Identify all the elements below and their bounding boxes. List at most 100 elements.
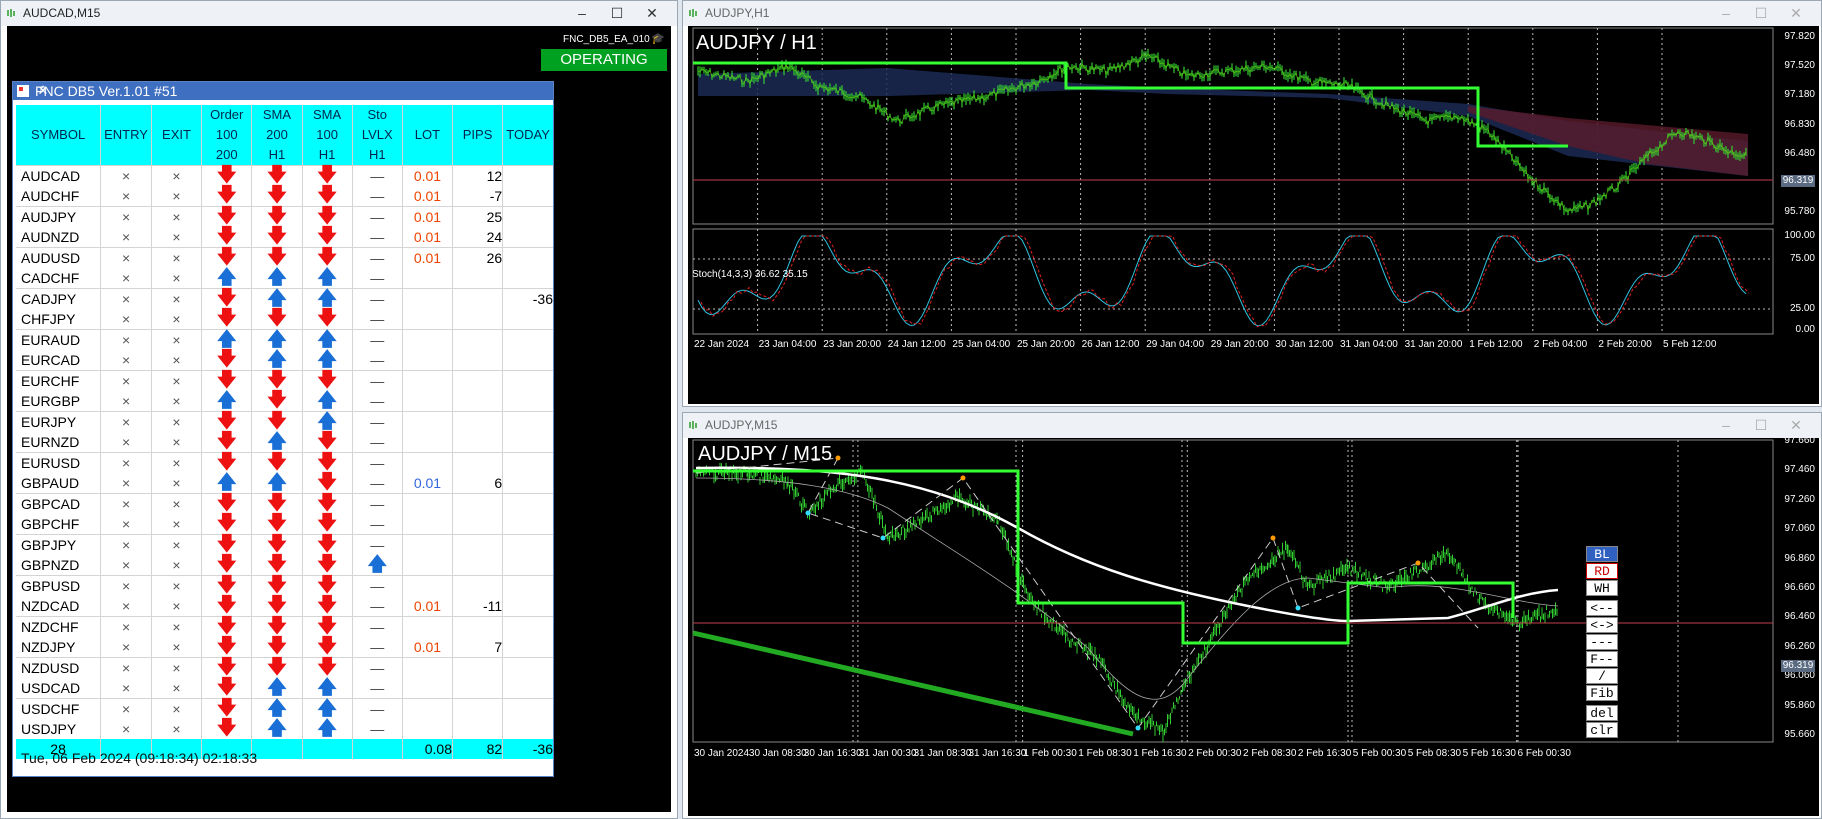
table-row[interactable]: EURJPY × × 🡇 🡇 🡅 — (16, 411, 553, 432)
entry-cell[interactable]: × (100, 350, 152, 371)
exit-cell[interactable]: × (150, 186, 202, 207)
exit-cell[interactable]: × (150, 268, 202, 289)
exit-cell[interactable]: × (150, 493, 202, 514)
table-row[interactable]: AUDCAD × × 🡇 🡇 🡇 —0.01 12 (16, 165, 553, 186)
exit-cell[interactable]: × (150, 534, 202, 555)
entry-cell[interactable]: × (100, 268, 152, 289)
entry-cell[interactable]: × (100, 575, 152, 596)
table-row[interactable]: GBPUSD × × 🡇 🡇 🡇 — (16, 575, 553, 596)
entry-cell[interactable]: × (100, 452, 152, 473)
entry-cell[interactable]: × (100, 309, 152, 330)
exit-cell[interactable]: × (150, 719, 202, 739)
minimize-button[interactable]: – (1711, 415, 1741, 435)
entry-cell[interactable]: × (100, 411, 152, 432)
table-row[interactable]: GBPCHF × × 🡇 🡇 🡇 — (16, 514, 553, 535)
table-row[interactable]: EURAUD × × 🡅 🡅 🡅 — (16, 329, 553, 350)
chart-area[interactable]: AUDJPY / H1 Stoch(14,3,3) 36.62 35.15 22… (688, 26, 1819, 404)
table-row[interactable]: CADCHF × × 🡅 🡅 🡅 — (16, 268, 553, 289)
exit-cell[interactable]: × (150, 698, 202, 719)
table-row[interactable]: NZDCAD × × 🡇 🡇 🡇 —0.01 -11 (16, 596, 553, 617)
entry-cell[interactable]: × (100, 227, 152, 248)
exit-cell[interactable]: × (150, 227, 202, 248)
window-titlebar[interactable]: AUDJPY,M15 – ☐ ✕ (683, 413, 1821, 438)
entry-cell[interactable]: × (100, 534, 152, 555)
exit-cell[interactable]: × (150, 514, 202, 535)
table-row[interactable]: AUDCHF × × 🡇 🡇 🡇 —0.01 -7 (16, 186, 553, 207)
exit-cell[interactable]: × (150, 206, 202, 227)
tool-button[interactable]: RD (1586, 563, 1618, 579)
entry-cell[interactable]: × (100, 370, 152, 391)
entry-cell[interactable]: × (100, 165, 152, 186)
exit-cell[interactable]: × (150, 596, 202, 617)
table-row[interactable]: AUDNZD × × 🡇 🡇 🡇 —0.01 24 (16, 227, 553, 248)
table-row[interactable]: GBPCAD × × 🡇 🡇 🡇 — (16, 493, 553, 514)
entry-cell[interactable]: × (100, 637, 152, 658)
tool-button[interactable]: / (1586, 668, 1618, 684)
close-button[interactable]: ✕ (1781, 3, 1811, 23)
table-row[interactable]: AUDUSD × × 🡇 🡇 🡇 —0.01 26 (16, 247, 553, 268)
table-row[interactable]: USDCHF × × 🡇 🡅 🡅 — (16, 698, 553, 719)
entry-cell[interactable]: × (100, 473, 152, 494)
tool-button[interactable]: F-- (1586, 651, 1618, 667)
entry-cell[interactable]: × (100, 678, 152, 699)
exit-cell[interactable]: × (150, 370, 202, 391)
exit-cell[interactable]: × (150, 247, 202, 268)
tool-button[interactable]: <-- (1586, 600, 1618, 616)
maximize-button[interactable]: ☐ (1746, 415, 1776, 435)
tool-button[interactable]: del (1586, 705, 1618, 721)
exit-cell[interactable]: × (150, 411, 202, 432)
window-titlebar[interactable]: AUDCAD,M15 – ☐ ✕ (1, 1, 677, 26)
minimize-button[interactable]: – (1711, 3, 1741, 23)
exit-cell[interactable]: × (150, 329, 202, 350)
exit-cell[interactable]: × (150, 452, 202, 473)
chart-area[interactable]: AUDJPY / M15 30 Jan 2024 30 Jan 08:30 30 J… (688, 438, 1819, 816)
table-row[interactable]: GBPNZD × × 🡇 🡇 🡇 🡅 (16, 555, 553, 576)
table-row[interactable]: AUDJPY × × 🡇 🡇 🡇 —0.01 25 (16, 206, 553, 227)
exit-cell[interactable]: × (150, 391, 202, 412)
exit-cell[interactable]: × (150, 555, 202, 576)
minimize-button[interactable]: – (567, 3, 597, 23)
window-titlebar[interactable]: AUDJPY,H1 – ☐ ✕ (683, 1, 1821, 26)
entry-cell[interactable]: × (100, 616, 152, 637)
table-row[interactable]: USDJPY × × 🡇 🡅 🡅 — (16, 719, 553, 739)
table-row[interactable]: NZDCHF × × 🡇 🡇 🡇 — (16, 616, 553, 637)
entry-cell[interactable]: × (100, 247, 152, 268)
exit-cell[interactable]: × (150, 350, 202, 371)
table-row[interactable]: NZDUSD × × 🡇 🡇 🡇 — (16, 657, 553, 678)
close-button[interactable]: ✕ (1781, 415, 1811, 435)
tool-button[interactable]: BL (1586, 546, 1618, 562)
entry-cell[interactable]: × (100, 514, 152, 535)
entry-cell[interactable]: × (100, 186, 152, 207)
table-row[interactable]: EURCAD × × 🡇 🡅 🡅 — (16, 350, 553, 371)
exit-cell[interactable]: × (150, 657, 202, 678)
table-row[interactable]: CADJPY × × 🡇 🡅 🡅 — -36 (16, 288, 553, 309)
table-row[interactable]: EURCHF × × 🡇 🡇 🡇 — (16, 370, 553, 391)
entry-cell[interactable]: × (100, 719, 152, 739)
panel-close-button[interactable]: ✕ (35, 83, 51, 99)
entry-cell[interactable]: × (100, 206, 152, 227)
exit-cell[interactable]: × (150, 309, 202, 330)
entry-cell[interactable]: × (100, 493, 152, 514)
table-row[interactable]: EURGBP × × 🡅 🡇 🡅 — (16, 391, 553, 412)
entry-cell[interactable]: × (100, 329, 152, 350)
tool-button[interactable]: clr (1586, 722, 1618, 738)
table-row[interactable]: CHFJPY × × 🡇 🡇 🡇 — (16, 309, 553, 330)
entry-cell[interactable]: × (100, 698, 152, 719)
exit-cell[interactable]: × (150, 288, 202, 309)
tool-button[interactable]: Fib (1586, 685, 1618, 701)
exit-cell[interactable]: × (150, 678, 202, 699)
table-row[interactable]: GBPAUD × × 🡅 🡅 🡇 —0.01 6 (16, 473, 553, 494)
table-row[interactable]: EURUSD × × 🡇 🡇 🡇 — (16, 452, 553, 473)
maximize-button[interactable]: ☐ (1746, 3, 1776, 23)
table-row[interactable]: USDCAD × × 🡇 🡅 🡅 — (16, 678, 553, 699)
entry-cell[interactable]: × (100, 596, 152, 617)
table-row[interactable]: NZDJPY × × 🡇 🡇 🡇 —0.01 7 (16, 637, 553, 658)
table-row[interactable]: EURNZD × × 🡇 🡅 🡇 — (16, 432, 553, 453)
entry-cell[interactable]: × (100, 288, 152, 309)
close-button[interactable]: ✕ (637, 3, 667, 23)
tool-button[interactable]: <-> (1586, 617, 1618, 633)
exit-cell[interactable]: × (150, 165, 202, 186)
panel-titlebar[interactable]: FNC DB5 Ver.1.01 #51 ^ ✕ (13, 82, 553, 100)
exit-cell[interactable]: × (150, 575, 202, 596)
exit-cell[interactable]: × (150, 432, 202, 453)
